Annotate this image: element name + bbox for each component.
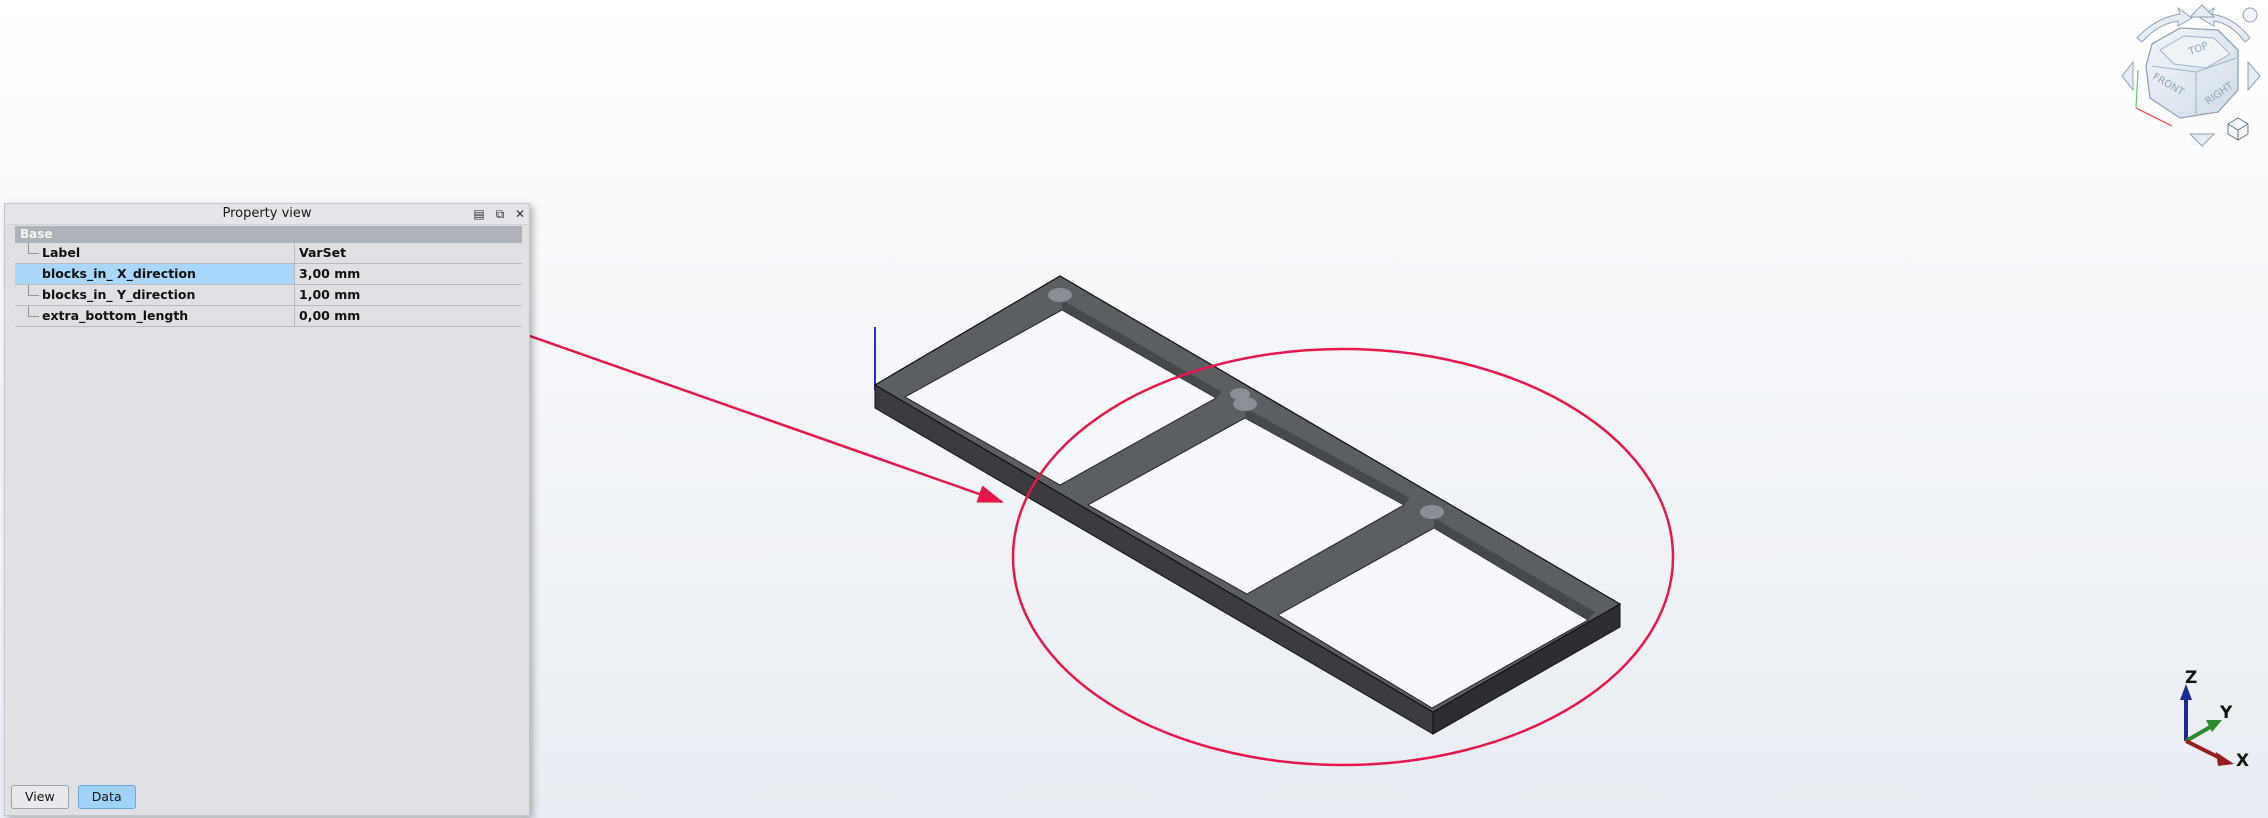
property-view-titlebar[interactable]: Property view ▤ ⧉ ✕	[5, 204, 529, 225]
tab-data[interactable]: Data	[77, 785, 136, 809]
axis-x-label: X	[2236, 751, 2249, 771]
property-value[interactable]: 0,00 mm	[296, 306, 522, 326]
tab-view[interactable]: View	[11, 785, 69, 809]
property-view-panel: Property view ▤ ⧉ ✕ Base Label VarSet bl…	[4, 203, 530, 816]
property-row-blocks-x[interactable]: blocks_in_ X_direction 3,00 mm	[15, 264, 522, 285]
property-table: Base Label VarSet blocks_in_ X_direction…	[15, 226, 522, 327]
close-icon[interactable]: ✕	[512, 206, 528, 222]
grid-frame-model[interactable]	[873, 275, 1622, 735]
axis-z-label: Z	[2185, 668, 2197, 688]
axis-y-label: Y	[2219, 703, 2233, 723]
property-value[interactable]: 1,00 mm	[296, 285, 522, 305]
property-row-extra-bottom-length[interactable]: extra_bottom_length 0,00 mm	[15, 306, 522, 327]
property-value[interactable]: VarSet	[296, 243, 522, 263]
axis-triad: Z Y X	[2180, 668, 2249, 771]
minimize-icon[interactable]: ▤	[471, 206, 487, 222]
property-view-tabs: View Data	[11, 785, 140, 809]
view-down-arrow-icon[interactable]	[2188, 133, 2216, 147]
view-right-arrow-icon[interactable]	[2247, 60, 2261, 92]
property-view-title: Property view	[222, 206, 312, 221]
isometric-view-icon[interactable]	[2227, 117, 2249, 141]
property-name: blocks_in_ X_direction	[15, 264, 295, 284]
view-menu-icon[interactable]	[2242, 7, 2258, 23]
property-name: extra_bottom_length	[15, 306, 295, 326]
property-row-label[interactable]: Label VarSet	[15, 243, 522, 264]
property-value[interactable]: 3,00 mm	[296, 264, 522, 284]
float-window-icon[interactable]: ⧉	[492, 206, 508, 222]
property-group-base[interactable]: Base	[15, 226, 522, 243]
navigation-cube[interactable]: TOP FRONT RIGHT	[2121, 4, 2261, 147]
property-row-blocks-y[interactable]: blocks_in_ Y_direction 1,00 mm	[15, 285, 522, 306]
property-name: blocks_in_ Y_direction	[15, 285, 295, 305]
view-left-arrow-icon[interactable]	[2121, 60, 2134, 92]
property-name: Label	[15, 243, 295, 263]
